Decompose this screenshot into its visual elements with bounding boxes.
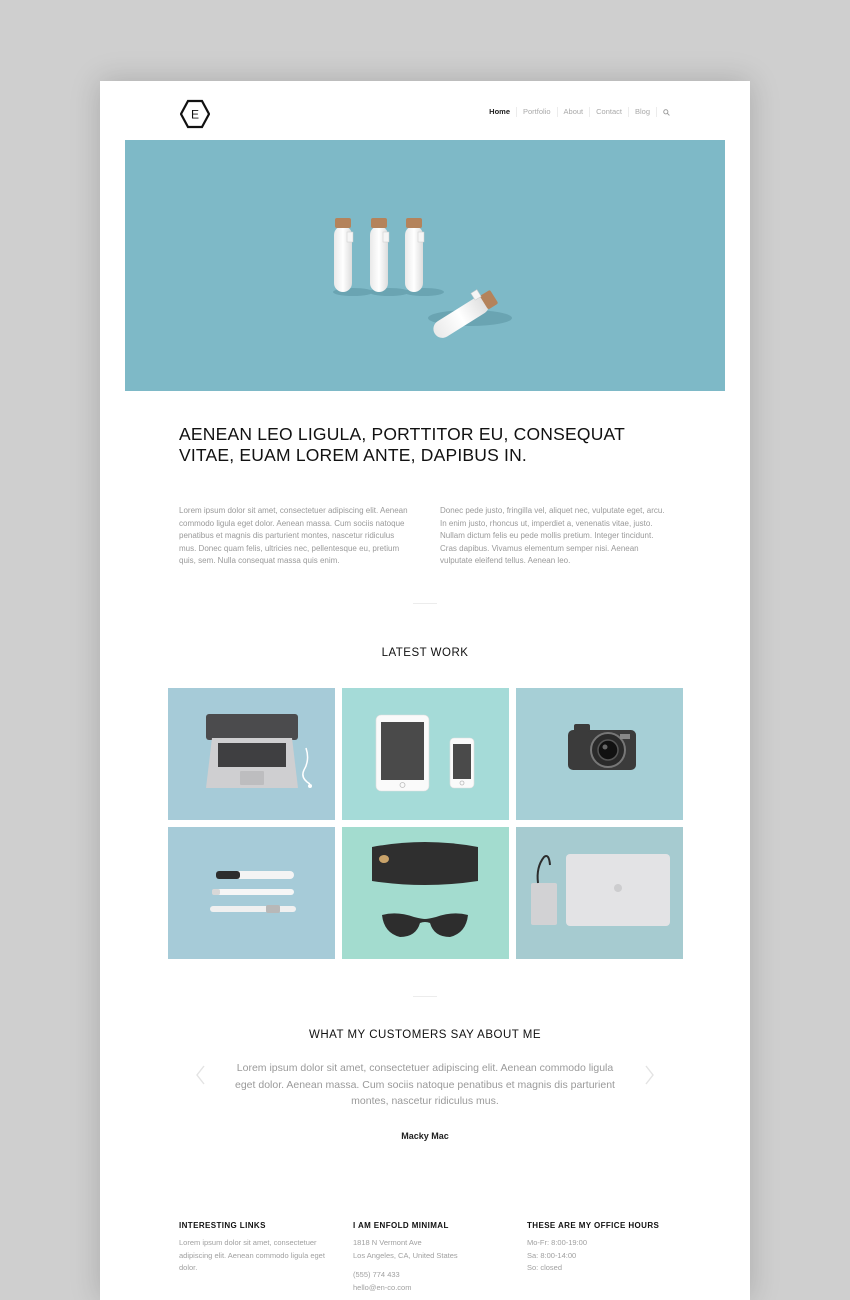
portfolio-item-laptop[interactable] bbox=[168, 688, 335, 820]
nav-blog[interactable]: Blog bbox=[627, 107, 656, 117]
section-divider bbox=[413, 603, 437, 604]
footer-about-title: I am Enfold Minimal bbox=[353, 1221, 449, 1230]
nav-home[interactable]: Home bbox=[483, 107, 516, 117]
svg-text:E: E bbox=[191, 108, 199, 122]
nav-contact[interactable]: Contact bbox=[589, 107, 628, 117]
testimonials-title: What my customers say about me bbox=[308, 1029, 542, 1041]
footer-hours-sunday: So: closed bbox=[527, 1263, 563, 1272]
laptop-icon bbox=[206, 714, 312, 788]
pens-icon bbox=[210, 871, 296, 913]
footer-address-line2: Los Angeles, CA, United States bbox=[353, 1250, 458, 1260]
portfolio-grid bbox=[168, 688, 683, 960]
prev-arrow-icon[interactable] bbox=[194, 1064, 208, 1086]
portfolio-item-pens[interactable] bbox=[168, 827, 335, 959]
footer-hours-weekday: Mo-Fr: 8:00-19:00 bbox=[527, 1238, 588, 1247]
footer-email[interactable]: hello@en-co.com bbox=[353, 1282, 503, 1295]
footer-about-column: I am Enfold Minimal 1818 N Vermont Ave L… bbox=[353, 1221, 503, 1294]
portfolio-item-tablet-phone[interactable] bbox=[342, 688, 509, 820]
hero-image bbox=[125, 140, 725, 391]
nav-about[interactable]: About bbox=[556, 107, 590, 117]
testimonial-author: Macky Mac bbox=[401, 1131, 449, 1141]
macbook-drive-icon bbox=[531, 854, 670, 926]
next-arrow-icon[interactable] bbox=[642, 1064, 656, 1086]
search-icon[interactable] bbox=[656, 107, 670, 117]
footer-links-text: Lorem ipsum dolor sit amet, consectetuer… bbox=[179, 1238, 325, 1272]
portfolio-item-camera[interactable] bbox=[516, 688, 683, 820]
intro-text-right: Donec pede justo, fringilla vel, aliquet… bbox=[440, 506, 665, 565]
footer-phone[interactable]: (555) 774 433 bbox=[353, 1269, 503, 1282]
footer-hours-saturday: Sa: 8:00-14:00 bbox=[527, 1250, 577, 1260]
nav-portfolio[interactable]: Portfolio bbox=[516, 107, 557, 117]
portfolio-item-macbook-drive[interactable] bbox=[516, 827, 683, 959]
page-canvas: E Home Portfolio About Contact Blog AENE… bbox=[100, 81, 750, 1300]
main-nav: Home Portfolio About Contact Blog bbox=[483, 107, 670, 117]
sunglasses-icon bbox=[372, 842, 478, 937]
hexagon-logo-icon: E bbox=[179, 99, 211, 129]
footer-address-line1: 1818 N Vermont Ave bbox=[353, 1238, 422, 1247]
footer-links-column: Interesting Links Lorem ipsum dolor sit … bbox=[179, 1221, 329, 1275]
section-divider bbox=[413, 996, 437, 997]
footer-hours-column: These are my office hours Mo-Fr: 8:00-19… bbox=[527, 1221, 677, 1275]
hero-bottles-illustration bbox=[333, 218, 512, 338]
camera-icon bbox=[568, 724, 636, 770]
testimonial-quote: Lorem ipsum dolor sit amet, consectetuer… bbox=[235, 1062, 615, 1107]
portfolio-item-sunglasses[interactable] bbox=[342, 827, 509, 959]
site-logo[interactable]: E bbox=[179, 99, 211, 129]
footer-hours-title: These are my office hours bbox=[527, 1221, 660, 1230]
intro-headline: Aenean leo ligula, porttitor eu, consequ… bbox=[179, 424, 625, 465]
footer-links-title: Interesting Links bbox=[179, 1221, 266, 1230]
tablet-phone-icon bbox=[375, 714, 475, 792]
latest-work-title: Latest Work bbox=[381, 647, 469, 659]
intro-text-left: Lorem ipsum dolor sit amet, consectetuer… bbox=[179, 506, 408, 565]
